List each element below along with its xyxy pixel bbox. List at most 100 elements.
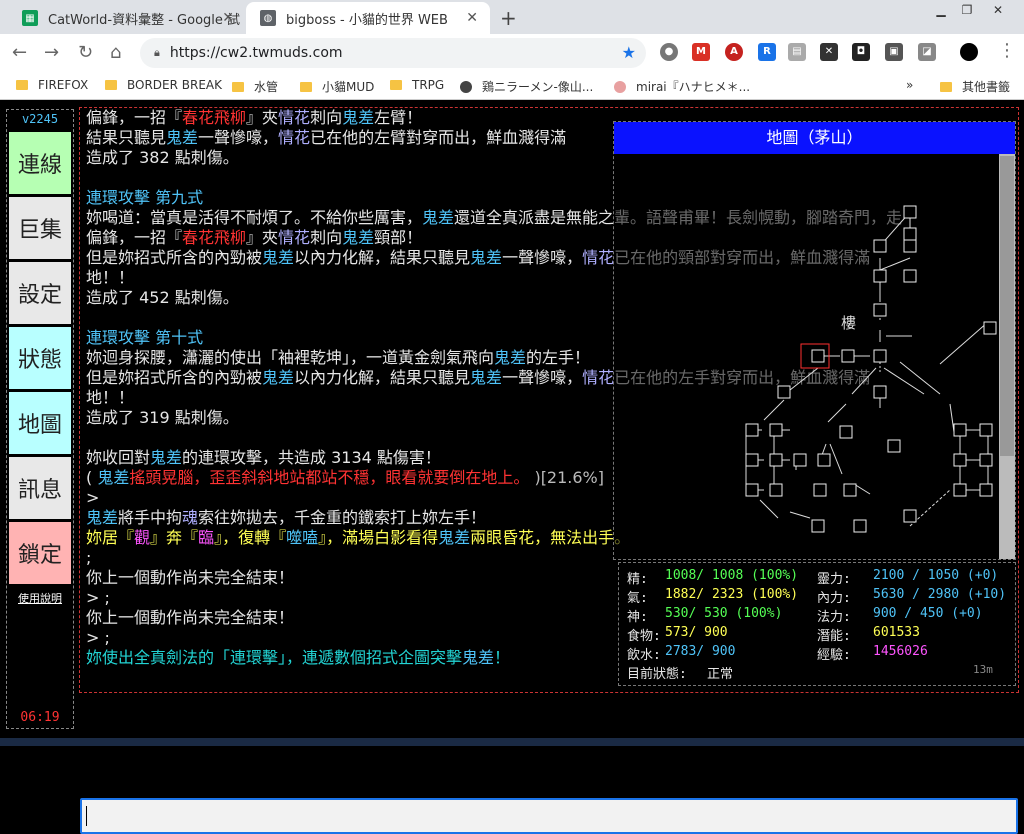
- window-close-icon[interactable]: ✕: [985, 2, 1011, 18]
- new-tab-icon[interactable]: +: [500, 6, 517, 30]
- bookmark-link[interactable]: mirai『ハナヒメ＊...: [614, 78, 750, 95]
- sheets-icon: ▦: [22, 10, 38, 26]
- minimize-icon[interactable]: ▁: [928, 2, 954, 18]
- bookmark-folder[interactable]: 小貓MUD: [300, 78, 374, 95]
- bookmark-folder[interactable]: 水管: [232, 78, 278, 95]
- output-segment: 造成了 319 點刺傷。: [86, 408, 239, 427]
- settings-button[interactable]: 設定: [9, 262, 71, 324]
- output-segment: 情花: [278, 108, 311, 127]
- stat-label: 內力:: [817, 591, 851, 606]
- map-room: [953, 423, 967, 437]
- output-segment: 兩眼昏花，無法出手。: [470, 528, 631, 547]
- output-segment: 情花: [278, 228, 311, 247]
- close-icon[interactable]: ✕: [466, 10, 478, 26]
- map-scrollbar-thumb[interactable]: [1000, 156, 1014, 456]
- stat-value: 5630 / 2980 (+10): [873, 587, 1007, 602]
- clock: 06:19: [20, 710, 60, 725]
- output-segment: 你上一個動作尚未完全結束！: [86, 568, 295, 587]
- rx-extension-icon[interactable]: R: [758, 43, 776, 61]
- x-extension-icon[interactable]: ✕: [820, 43, 838, 61]
- forward-icon[interactable]: →: [44, 42, 59, 63]
- bookmark-folder[interactable]: TRPG: [390, 78, 444, 92]
- help-link[interactable]: 使用說明: [7, 590, 73, 606]
- output-segment: 鬼差: [470, 248, 503, 267]
- map-room: [769, 423, 783, 437]
- map-button[interactable]: 地圖: [9, 392, 71, 454]
- map-room: [745, 483, 759, 497]
- output-segment: 觀: [134, 528, 151, 547]
- connect-button[interactable]: 連線: [9, 132, 71, 194]
- bookmark-link[interactable]: 鶏ニラーメン-像山...: [460, 78, 593, 95]
- lock-button[interactable]: 鎖定: [9, 522, 71, 584]
- map-room: [817, 453, 831, 467]
- folder-icon: [105, 80, 117, 90]
- status-button[interactable]: 狀態: [9, 327, 71, 389]
- output-segment: 但是妳招式所含的內勁被: [86, 248, 263, 267]
- map-window[interactable]: 地圖（茅山） 樓: [613, 121, 1016, 560]
- state-value: 正常: [707, 667, 734, 682]
- browser-toolbar: ← → ↻ ⌂ 🔒︎ https://cw2.twmuds.com ★ ● M …: [0, 34, 1024, 72]
- output-segment: 一聲慘嚎，: [502, 368, 583, 387]
- menu-icon[interactable]: ⋮: [998, 40, 1016, 61]
- map-title: 地圖（茅山）: [614, 122, 1015, 154]
- output-segment: 情花: [582, 368, 615, 387]
- star-icon[interactable]: ★: [622, 43, 636, 62]
- extension-icon[interactable]: ▤: [788, 43, 806, 61]
- command-input[interactable]: [80, 798, 1018, 834]
- output-segment: 鬼差: [462, 648, 495, 667]
- globe-icon: [460, 80, 472, 93]
- stat-value: 1008/ 1008 (100%): [665, 568, 799, 583]
- back-icon[interactable]: ←: [12, 42, 27, 63]
- output-segment: 鬼差: [97, 468, 130, 487]
- extension-icon[interactable]: ▣: [885, 43, 903, 61]
- tab-catworld[interactable]: ▦ CatWorld-資料彙整 - Google 試 ✕: [8, 2, 246, 34]
- output-segment: > ;: [86, 588, 110, 607]
- restore-icon[interactable]: ❐: [954, 2, 980, 18]
- output-segment: 妳居『: [86, 528, 135, 547]
- gmail-extension-icon[interactable]: M: [692, 43, 710, 61]
- output-segment: 連環攻擊 第九式: [86, 188, 204, 207]
- profile-avatar[interactable]: [960, 43, 978, 61]
- bookmark-folder[interactable]: 其他書籤: [940, 78, 1010, 95]
- os-taskbar: [0, 738, 1024, 746]
- close-icon[interactable]: ✕: [222, 10, 234, 26]
- map-room: [745, 453, 759, 467]
- output-segment: > ;: [86, 628, 110, 647]
- bookmark-folder[interactable]: BORDER BREAK: [105, 78, 222, 92]
- stat-label: 法力:: [817, 610, 851, 625]
- map-room: [811, 349, 825, 363]
- extension-icon[interactable]: ◪: [918, 43, 936, 61]
- output-segment: ！: [494, 648, 511, 667]
- output-segment: 你上一個動作尚未完全結束！: [86, 608, 295, 627]
- adblock-extension-icon[interactable]: A: [725, 43, 743, 61]
- chat-extension-icon[interactable]: ●: [660, 43, 678, 61]
- map-rooms: [745, 205, 997, 533]
- stat-value: 2783/ 900: [665, 644, 736, 659]
- output-segment: 』夾: [246, 108, 279, 127]
- output-segment: 鬼差: [150, 448, 183, 467]
- extension-icon[interactable]: ◘: [852, 43, 870, 61]
- reload-icon[interactable]: ↻: [78, 42, 93, 63]
- message-button[interactable]: 訊息: [9, 457, 71, 519]
- output-segment: 春花飛柳: [182, 108, 247, 127]
- home-icon[interactable]: ⌂: [110, 42, 121, 63]
- avatar-icon: [614, 80, 626, 93]
- stat-value: 900 / 450 (+0): [873, 606, 983, 621]
- map-room: [873, 303, 887, 317]
- stat-label: 精:: [627, 572, 648, 587]
- version-label: v2245: [21, 112, 59, 126]
- map-room: [887, 439, 901, 453]
- map-scrollbar[interactable]: [999, 154, 1015, 559]
- map-room: [841, 349, 855, 363]
- chevron-right-icon[interactable]: »: [906, 78, 913, 92]
- output-segment: 情花: [582, 248, 615, 267]
- tab-bigboss[interactable]: ◍ bigboss - 小貓的世界 WEB ✕: [246, 2, 490, 34]
- bookmark-folder[interactable]: FIREFOX: [16, 78, 88, 92]
- output-segment: 臨: [198, 528, 215, 547]
- address-bar[interactable]: 🔒︎ https://cw2.twmuds.com ★: [140, 38, 646, 68]
- output-segment: 妳迴身探腰，瀟灑的使出「袖裡乾坤」，一道黃金劍氣飛向: [86, 348, 495, 367]
- output-segment: 』奔『: [150, 528, 199, 547]
- macro-button[interactable]: 巨集: [9, 197, 71, 259]
- output-segment: 噬嗑: [286, 528, 319, 547]
- tower-label: 樓: [841, 314, 856, 332]
